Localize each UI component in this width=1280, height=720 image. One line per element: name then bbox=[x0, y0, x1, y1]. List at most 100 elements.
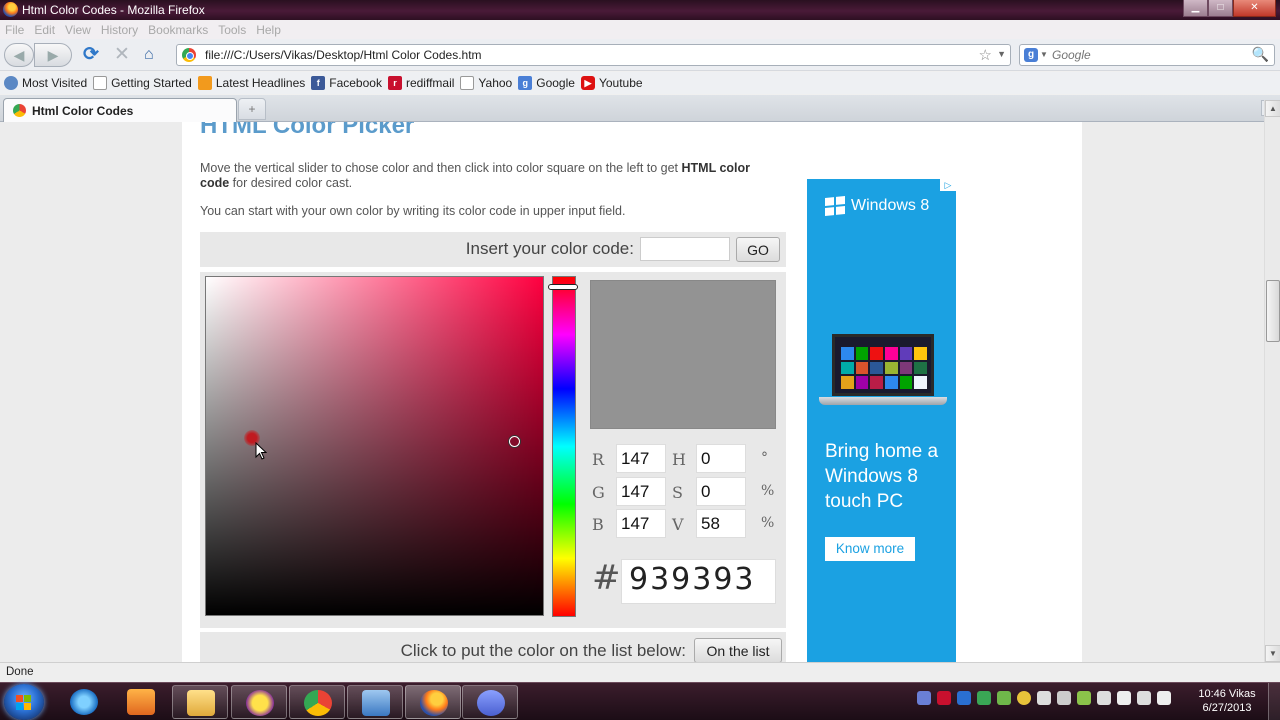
most-visited-icon bbox=[4, 76, 18, 90]
value-field[interactable]: 58 bbox=[696, 509, 746, 538]
facebook-icon: f bbox=[311, 76, 326, 90]
instructions-text: Move the vertical slider to chose color … bbox=[200, 161, 751, 190]
tray-icon[interactable] bbox=[1017, 691, 1031, 705]
know-more-button[interactable]: Know more bbox=[825, 537, 915, 561]
adchoices-icon[interactable]: ▷ bbox=[940, 179, 956, 191]
tab-label: Html Color Codes bbox=[32, 104, 134, 118]
back-button[interactable]: ◀ bbox=[4, 43, 34, 67]
tray-icon[interactable] bbox=[1077, 691, 1091, 705]
menu-edit[interactable]: Edit bbox=[34, 23, 55, 37]
new-tab-button[interactable]: + bbox=[238, 98, 266, 120]
search-engine-icon[interactable]: g bbox=[1024, 48, 1038, 62]
taskbar-firefox[interactable] bbox=[405, 685, 461, 719]
bookmark-star-icon[interactable]: ☆ bbox=[979, 46, 992, 64]
internet-explorer-icon bbox=[70, 689, 98, 715]
taskbar-explorer[interactable] bbox=[172, 685, 228, 719]
taskbar-video-app[interactable] bbox=[347, 685, 403, 719]
menu-bookmarks[interactable]: Bookmarks bbox=[148, 23, 208, 37]
tray-icon[interactable] bbox=[1097, 691, 1111, 705]
search-bar[interactable]: g ▼ 🔍 bbox=[1019, 44, 1275, 66]
menu-help[interactable]: Help bbox=[256, 23, 281, 37]
network-icon[interactable] bbox=[1137, 691, 1151, 705]
google-icon: g bbox=[518, 76, 533, 90]
tray-icon[interactable] bbox=[1057, 691, 1071, 705]
firefox-logo-icon bbox=[3, 2, 18, 17]
on-the-list-button[interactable]: On the list bbox=[694, 638, 782, 662]
volume-icon[interactable] bbox=[1157, 691, 1171, 705]
bookmark-yahoo[interactable]: Yahoo bbox=[460, 76, 512, 90]
hue-field[interactable]: 0 bbox=[696, 444, 746, 473]
search-engine-dropdown-icon[interactable]: ▼ bbox=[1040, 50, 1048, 59]
color-selection-marker[interactable] bbox=[509, 436, 520, 447]
menu-history[interactable]: History bbox=[101, 23, 138, 37]
ad-headline: Bring home a Windows 8 touch PC bbox=[825, 441, 939, 512]
search-input[interactable] bbox=[1052, 47, 1242, 63]
action-center-icon[interactable] bbox=[1117, 691, 1131, 705]
color-picker-panel: R 147 H 0 ° G 147 S 0 % B 147 V 58 % # 9… bbox=[200, 272, 786, 628]
hue-slider[interactable] bbox=[552, 276, 576, 617]
bluetooth-icon[interactable] bbox=[957, 691, 971, 705]
search-icon[interactable]: 🔍 bbox=[1252, 46, 1269, 63]
bookmarks-toolbar: Most Visited Getting Started Latest Head… bbox=[0, 72, 1280, 94]
home-button[interactable]: ⌂ bbox=[144, 43, 166, 67]
taskbar-yahoo-messenger[interactable] bbox=[231, 685, 287, 719]
forward-button[interactable]: ▶ bbox=[34, 43, 72, 67]
scroll-up-button[interactable]: ▲ bbox=[1265, 100, 1280, 117]
bookmark-latest-headlines[interactable]: Latest Headlines bbox=[197, 76, 305, 90]
menu-file[interactable]: File bbox=[5, 23, 24, 37]
taskbar-media-player[interactable] bbox=[113, 685, 169, 719]
tab-strip: Html Color Codes + ▼ bbox=[0, 95, 1280, 122]
address-bar[interactable]: file:///C:/Users/Vikas/Desktop/Html Colo… bbox=[176, 44, 1011, 66]
red-field[interactable]: 147 bbox=[616, 444, 666, 473]
show-desktop-button[interactable] bbox=[1268, 683, 1280, 720]
taskbar-chrome[interactable] bbox=[289, 685, 345, 719]
hex-code-field[interactable]: 939393 bbox=[621, 559, 776, 604]
go-button[interactable]: GO bbox=[736, 237, 780, 262]
tray-icon[interactable] bbox=[917, 691, 931, 705]
tray-icon[interactable] bbox=[997, 691, 1011, 705]
scroll-down-button[interactable]: ▼ bbox=[1265, 645, 1280, 662]
color-code-input[interactable] bbox=[640, 237, 730, 261]
row-g-s: G 147 S 0 % bbox=[592, 475, 782, 508]
bookmark-google[interactable]: g Google bbox=[518, 76, 575, 90]
green-field[interactable]: 147 bbox=[616, 476, 666, 506]
bookmark-youtube[interactable]: ▶ Youtube bbox=[580, 76, 643, 90]
windows8-advertisement[interactable]: ▷ Windows 8 Bring home a Windows 8 touch… bbox=[807, 179, 956, 662]
url-history-dropdown-icon[interactable]: ▼ bbox=[997, 49, 1006, 59]
minimize-button[interactable]: ▁ bbox=[1183, 0, 1208, 17]
web-page: HTML Color Picker Move the vertical slid… bbox=[182, 122, 1082, 662]
tray-icon[interactable] bbox=[977, 691, 991, 705]
address-url[interactable]: file:///C:/Users/Vikas/Desktop/Html Colo… bbox=[205, 48, 482, 62]
hue-label: H bbox=[672, 450, 686, 469]
tray-icon[interactable] bbox=[1037, 691, 1051, 705]
bookmark-most-visited[interactable]: Most Visited bbox=[4, 76, 87, 90]
navigation-toolbar: ◀ ▶ ⟳ ✕ ⌂ file:///C:/Users/Vikas/Desktop… bbox=[0, 39, 1280, 71]
reload-button[interactable]: ⟳ bbox=[83, 43, 103, 67]
vertical-scrollbar[interactable]: ▲ ▼ bbox=[1264, 100, 1280, 662]
stop-button[interactable]: ✕ bbox=[114, 43, 134, 67]
taskbar-app-infinity[interactable] bbox=[462, 685, 518, 719]
hash-symbol: # bbox=[592, 558, 621, 598]
menu-tools[interactable]: Tools bbox=[218, 23, 246, 37]
blue-field[interactable]: 147 bbox=[616, 509, 666, 538]
site-identity-icon[interactable] bbox=[182, 48, 196, 62]
bookmark-getting-started[interactable]: Getting Started bbox=[93, 76, 192, 90]
saturation-field[interactable]: 0 bbox=[696, 476, 746, 506]
row-b-v: B 147 V 58 % bbox=[592, 507, 782, 540]
bookmark-rediffmail[interactable]: r rediffmail bbox=[387, 76, 454, 90]
color-values: R 147 H 0 ° G 147 S 0 % B 147 V 58 % bbox=[592, 442, 782, 540]
bookmark-facebook[interactable]: f Facebook bbox=[311, 76, 382, 90]
menu-view[interactable]: View bbox=[65, 23, 91, 37]
rss-icon bbox=[197, 76, 212, 90]
window-title: Html Color Codes - Mozilla Firefox bbox=[22, 3, 205, 17]
hue-slider-handle[interactable] bbox=[548, 284, 578, 290]
close-button[interactable]: ✕ bbox=[1233, 0, 1276, 17]
maximize-button[interactable]: □ bbox=[1208, 0, 1233, 17]
scrollbar-thumb[interactable] bbox=[1266, 280, 1280, 342]
system-clock[interactable]: 10:46 Vikas 6/27/2013 bbox=[1192, 687, 1262, 715]
clock-time: 10:46 Vikas bbox=[1198, 688, 1256, 700]
start-button[interactable] bbox=[4, 684, 44, 720]
taskbar-internet-explorer[interactable] bbox=[56, 685, 112, 719]
tray-icon[interactable] bbox=[937, 691, 951, 705]
tab-html-color-codes[interactable]: Html Color Codes bbox=[3, 98, 237, 122]
